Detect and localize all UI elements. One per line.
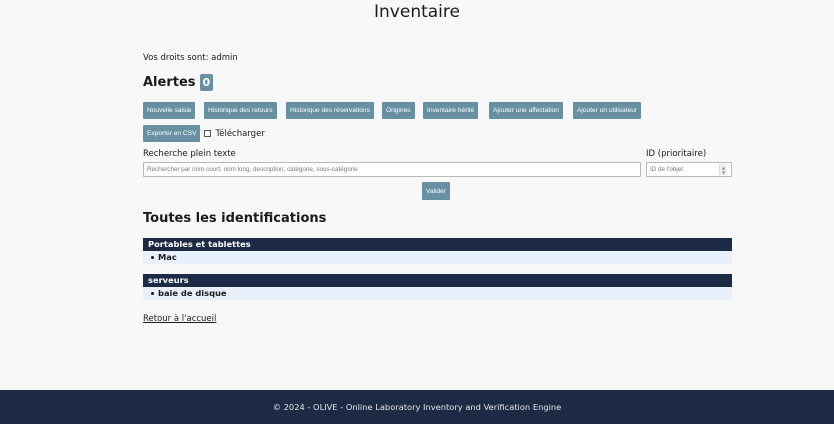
alerts-count-badge[interactable]: 0 — [199, 74, 214, 91]
new-entry-button[interactable]: Nouvelle saisie — [143, 102, 196, 119]
identifications-title: Toutes les identifications — [143, 211, 327, 226]
inherited-inventory-button[interactable]: Inventaire hérité — [423, 102, 479, 119]
download-label: Télécharger — [215, 128, 265, 139]
category-header: serveurs — [143, 274, 732, 287]
add-assignment-button[interactable]: Ajouter une affectation — [489, 102, 563, 119]
bullet-icon — [151, 292, 154, 295]
alerts-title: Alertes — [143, 75, 196, 90]
returns-history-button[interactable]: Historique des retours — [204, 102, 277, 119]
bullet-icon — [151, 256, 154, 259]
add-user-button[interactable]: Ajouter un utilisateur — [573, 102, 642, 119]
id-stepper[interactable]: ▲ ▼ — [719, 164, 727, 175]
list-item-label: Mac — [158, 252, 177, 262]
origins-button[interactable]: Origines — [382, 102, 415, 119]
reservations-history-button[interactable]: Historique des réservations — [286, 102, 374, 119]
download-checkbox[interactable] — [204, 130, 212, 137]
stepper-down-icon[interactable]: ▼ — [722, 170, 725, 175]
list-item[interactable]: Mac — [143, 251, 732, 264]
validate-button[interactable]: Valider — [422, 182, 451, 200]
search-label: Recherche plein texte — [143, 149, 236, 159]
back-home-link[interactable]: Retour à l'accueil — [143, 314, 216, 324]
category-header: Portables et tablettes — [143, 238, 732, 251]
list-item[interactable]: baie de disque — [143, 287, 732, 300]
export-row: Exporter en CSV Télécharger — [143, 125, 265, 142]
user-rights-text: Vos droits sont: admin — [143, 53, 238, 63]
id-label: ID (prioritaire) — [646, 149, 707, 159]
footer-text: © 2024 - OLIVE - Online Laboratory Inven… — [272, 402, 562, 412]
page-title: Inventaire — [374, 2, 460, 22]
list-item-label: baie de disque — [158, 288, 227, 298]
alerts-header: Alertes 0 — [143, 74, 214, 91]
search-input[interactable] — [143, 162, 641, 177]
footer: © 2024 - OLIVE - Online Laboratory Inven… — [0, 390, 834, 424]
export-csv-button[interactable]: Exporter en CSV — [143, 125, 201, 142]
